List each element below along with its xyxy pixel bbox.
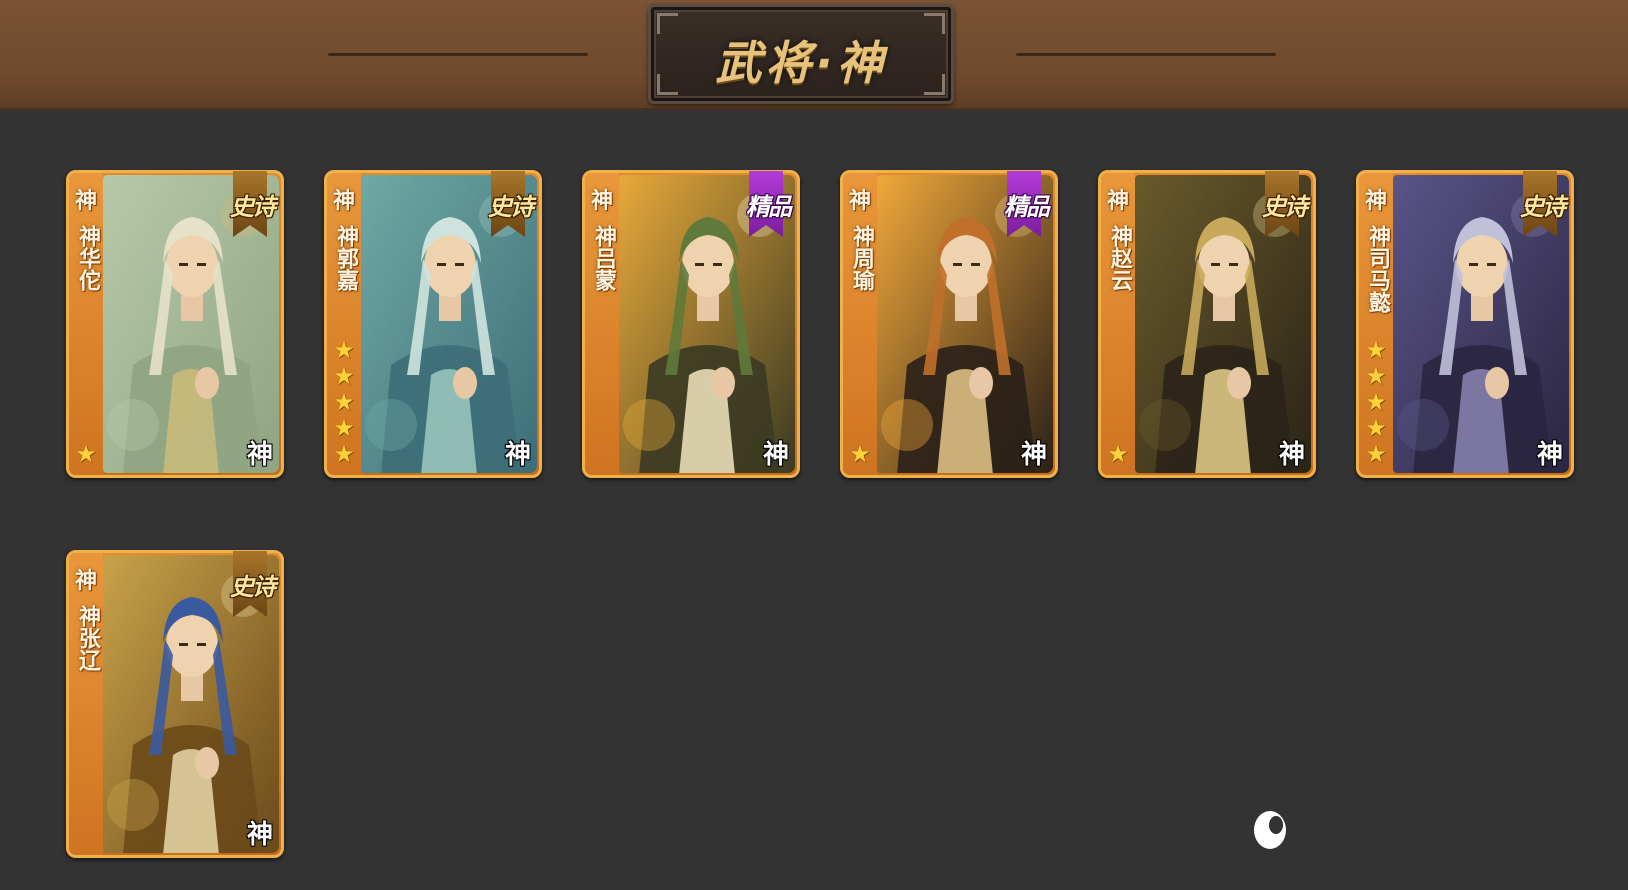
star-icon: ★ — [1365, 440, 1387, 468]
hero-name: 神华佗 — [75, 225, 100, 291]
hero-name: 神周瑜 — [849, 225, 874, 291]
corner-faction-label: 神 — [1536, 440, 1563, 470]
hero-card[interactable]: 神神司马懿 ★ ★ ★ ★ ★ 史诗神 — [1356, 170, 1574, 478]
header-band: 武将·神 — [0, 0, 1628, 110]
faction-label: 神 — [74, 569, 97, 594]
rarity-badge: 史诗 — [1251, 171, 1317, 243]
rarity-badge: 史诗 — [477, 171, 543, 243]
star-rating: ★ — [1104, 441, 1132, 467]
header-divider-right — [1016, 53, 1276, 56]
hero-name: 神张辽 — [75, 605, 100, 671]
star-icon: ★ — [75, 440, 97, 468]
watermark — [1250, 806, 1610, 856]
hero-name: 神郭嘉 — [333, 225, 358, 291]
star-icon: ★ — [333, 336, 355, 364]
hero-card[interactable]: 神神周瑜 ★ 精品神 — [840, 170, 1058, 478]
star-icon: ★ — [333, 388, 355, 416]
star-icon: ★ — [1365, 336, 1387, 364]
card-side-strip — [69, 173, 103, 475]
card-side-strip — [843, 173, 877, 475]
faction-label: 神 — [1364, 189, 1387, 214]
star-rating: ★ ★ ★ ★ ★ — [330, 337, 358, 467]
rarity-label: 史诗 — [1262, 193, 1308, 221]
hero-card[interactable]: 神神张辽 史诗神 — [66, 550, 284, 858]
card-side-strip — [585, 173, 619, 475]
page-title: 武将·神 — [715, 36, 887, 90]
hero-name: 神司马懿 — [1365, 225, 1390, 313]
faction-label: 神 — [590, 189, 613, 214]
hero-card[interactable]: 神神郭嘉 ★ ★ ★ ★ ★ 史诗神 — [324, 170, 542, 478]
hero-name: 神赵云 — [1107, 225, 1132, 291]
rarity-label: 史诗 — [488, 193, 534, 221]
card-side-strip — [1101, 173, 1135, 475]
hero-card[interactable]: 神神华佗 ★ 史诗神 — [66, 170, 284, 478]
corner-faction-label: 神 — [504, 440, 531, 470]
card-side-strip — [69, 553, 103, 855]
corner-faction-label: 神 — [762, 440, 789, 470]
title-plaque: 武将·神 — [648, 4, 954, 104]
star-icon: ★ — [1107, 440, 1129, 468]
rarity-badge: 史诗 — [219, 551, 285, 623]
star-icon: ★ — [1365, 414, 1387, 442]
corner-faction-label: 神 — [246, 820, 273, 850]
star-rating: ★ — [72, 441, 100, 467]
header-divider-left — [328, 53, 588, 56]
faction-label: 神 — [332, 189, 355, 214]
rarity-badge: 史诗 — [1509, 171, 1575, 243]
star-rating: ★ — [846, 441, 874, 467]
rarity-badge: 精品 — [735, 171, 801, 243]
rarity-label: 史诗 — [230, 573, 276, 601]
hero-card[interactable]: 神神吕蒙 精品神 — [582, 170, 800, 478]
rarity-label: 精品 — [746, 193, 792, 221]
star-icon: ★ — [1365, 388, 1387, 416]
corner-faction-label: 神 — [1278, 440, 1305, 470]
star-icon: ★ — [333, 440, 355, 468]
rarity-badge: 精品 — [993, 171, 1059, 243]
star-icon: ★ — [1365, 362, 1387, 390]
star-icon: ★ — [333, 414, 355, 442]
corner-faction-label: 神 — [1020, 440, 1047, 470]
watermark-logo-icon — [1254, 811, 1286, 849]
corner-faction-label: 神 — [246, 440, 273, 470]
rarity-label: 史诗 — [230, 193, 276, 221]
star-rating: ★ ★ ★ ★ ★ — [1362, 337, 1390, 467]
faction-label: 神 — [74, 189, 97, 214]
faction-label: 神 — [1106, 189, 1129, 214]
hero-name: 神吕蒙 — [591, 225, 616, 291]
rarity-badge: 史诗 — [219, 171, 285, 243]
hero-card[interactable]: 神神赵云 ★ 史诗神 — [1098, 170, 1316, 478]
rarity-label: 史诗 — [1520, 193, 1566, 221]
faction-label: 神 — [848, 189, 871, 214]
star-icon: ★ — [333, 362, 355, 390]
star-icon: ★ — [849, 440, 871, 468]
rarity-label: 精品 — [1004, 193, 1050, 221]
